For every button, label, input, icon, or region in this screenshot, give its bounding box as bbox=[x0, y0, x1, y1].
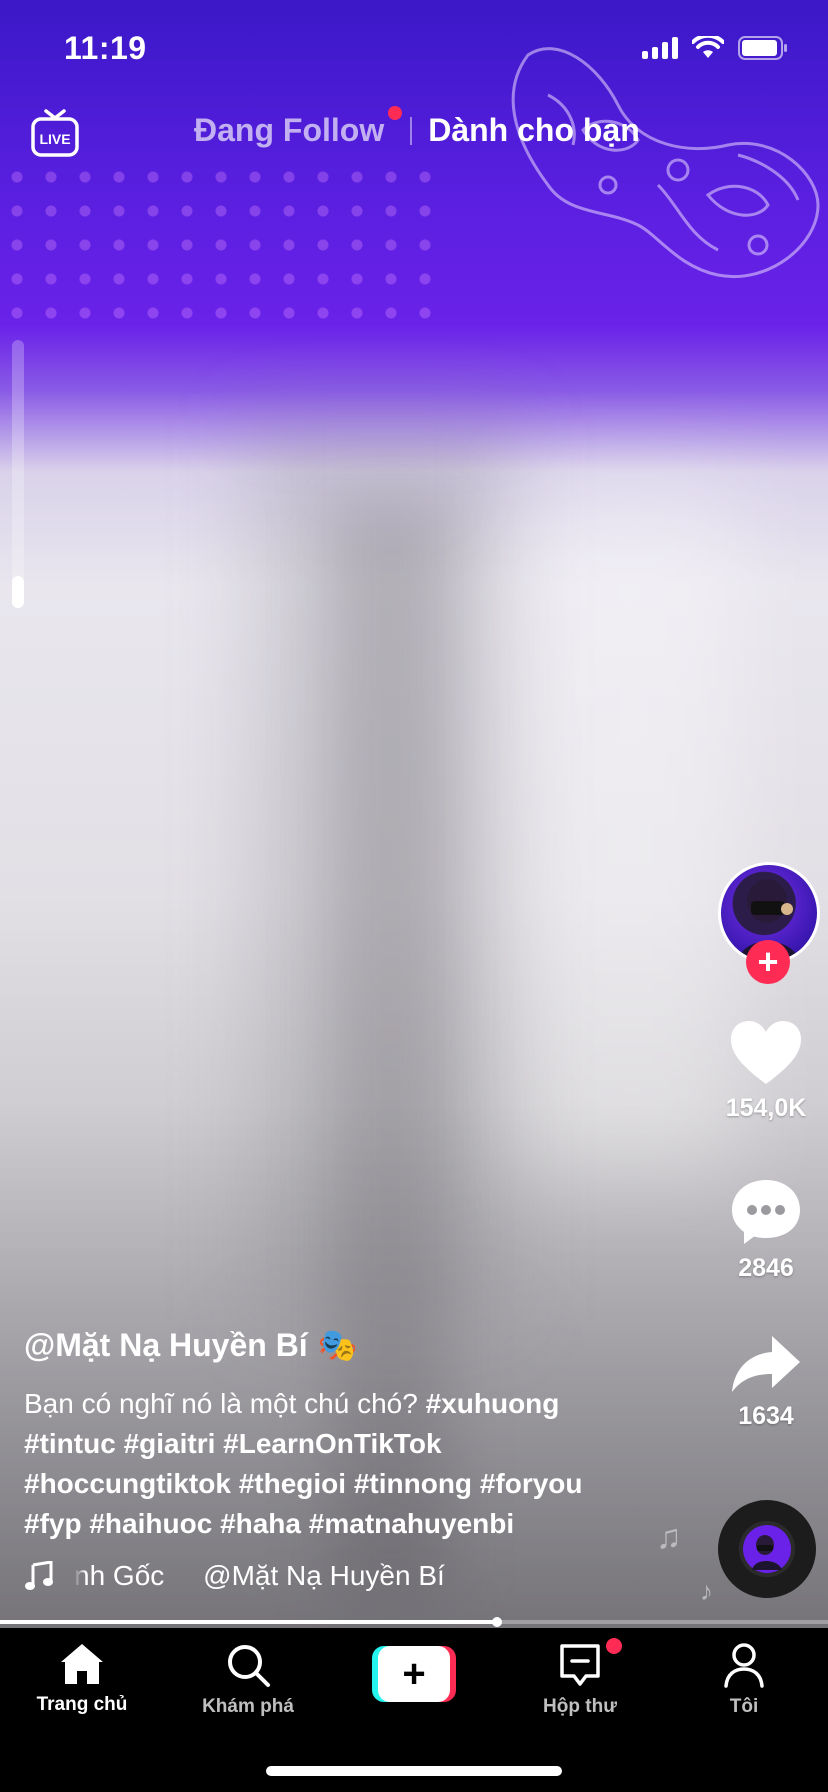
status-time: 11:19 bbox=[64, 30, 147, 66]
inbox-icon bbox=[560, 1644, 600, 1686]
hashtag[interactable]: #matnahuyenbi bbox=[309, 1508, 514, 1539]
live-label: LIVE bbox=[39, 131, 70, 147]
music-disc[interactable] bbox=[718, 1500, 816, 1598]
hashtag[interactable]: #haihuoc bbox=[89, 1508, 212, 1539]
nav-inbox[interactable]: Hộp thư bbox=[510, 1642, 650, 1718]
tab-divider bbox=[410, 116, 413, 145]
tab-for-you[interactable]: Dành cho bạn bbox=[428, 112, 640, 149]
hashtag[interactable]: #LearnOnTikTok bbox=[223, 1428, 441, 1459]
music-note-icon: ♫ bbox=[656, 1518, 682, 1556]
video-progress-knob[interactable] bbox=[491, 1617, 502, 1627]
feed-scroll-thumb bbox=[12, 576, 24, 608]
live-button[interactable]: LIVE bbox=[30, 108, 80, 158]
nav-discover[interactable]: Khám phá bbox=[178, 1642, 318, 1718]
create-video-button[interactable]: + bbox=[372, 1646, 456, 1702]
wifi-icon bbox=[692, 36, 724, 58]
hashtag[interactable]: #foryou bbox=[480, 1468, 583, 1499]
music-track-title: nh Gốc @Mặt Nạ Huyền Bí bbox=[74, 1560, 445, 1591]
creator-username[interactable]: @Mặt Nạ Huyền Bí bbox=[24, 1327, 308, 1364]
music-note-icon bbox=[25, 1561, 53, 1590]
comment-count: 2846 bbox=[738, 1254, 794, 1282]
plus-icon: + bbox=[378, 1646, 450, 1702]
battery-icon bbox=[738, 36, 787, 60]
hashtag[interactable]: #haha bbox=[220, 1508, 301, 1539]
video-progress-fill bbox=[0, 1620, 497, 1624]
home-icon bbox=[61, 1644, 103, 1684]
search-icon bbox=[228, 1645, 270, 1687]
hashtag[interactable]: #thegioi bbox=[239, 1468, 346, 1499]
notification-dot bbox=[388, 106, 403, 120]
music-disc-cover bbox=[743, 1525, 791, 1573]
feed-scroll-indicator bbox=[12, 340, 24, 608]
hashtag[interactable]: #hoccungtiktok bbox=[24, 1468, 231, 1499]
live-icon: LIVE bbox=[31, 109, 79, 157]
hashtag[interactable]: #fyp bbox=[24, 1508, 82, 1539]
creator-username-row[interactable]: @Mặt Nạ Huyền Bí 🎭 bbox=[24, 1326, 358, 1364]
follow-button[interactable]: + bbox=[746, 940, 790, 984]
comment-button[interactable]: 2846 bbox=[718, 1178, 814, 1283]
like-button[interactable]: 154,0K bbox=[718, 1020, 814, 1123]
home-indicator bbox=[266, 1766, 562, 1776]
theater-mask-emoji: 🎭 bbox=[317, 1327, 358, 1363]
cellular-signal-icon bbox=[642, 37, 678, 59]
comment-icon bbox=[732, 1180, 800, 1244]
masquerade-mask-art bbox=[511, 47, 820, 278]
hashtag[interactable]: #tintuc bbox=[24, 1428, 116, 1459]
share-icon bbox=[732, 1336, 800, 1392]
heart-icon bbox=[731, 1021, 801, 1084]
music-note-icon: ♪ bbox=[700, 1576, 713, 1606]
nav-home[interactable]: Trang chủ bbox=[12, 1642, 152, 1716]
hashtag[interactable]: #giaitri bbox=[124, 1428, 216, 1459]
hashtag[interactable]: #xuhuong bbox=[426, 1388, 560, 1419]
inbox-notification-dot bbox=[606, 1638, 622, 1654]
video-progress-bar[interactable] bbox=[0, 1617, 828, 1627]
profile-icon bbox=[724, 1643, 764, 1688]
hashtag[interactable]: #tinnong bbox=[354, 1468, 472, 1499]
music-info[interactable]: nh Gốc @Mặt Nạ Huyền Bí bbox=[24, 1560, 484, 1592]
share-button[interactable]: 1634 bbox=[718, 1334, 814, 1431]
caption-text: Bạn có nghĩ nó là một chú chó? bbox=[24, 1388, 418, 1419]
like-count: 154,0K bbox=[725, 1094, 807, 1122]
tab-following[interactable]: Đang Follow bbox=[194, 106, 403, 149]
video-decoration-dots bbox=[0, 160, 440, 320]
feed-tabs: Đang Follow Dành cho bạn bbox=[194, 106, 640, 149]
share-count: 1634 bbox=[738, 1402, 794, 1430]
status-icons bbox=[642, 36, 788, 60]
video-caption: Bạn có nghĩ nó là một chú chó? #xuhuong … bbox=[24, 1384, 624, 1544]
nav-profile[interactable]: Tôi bbox=[674, 1642, 814, 1718]
